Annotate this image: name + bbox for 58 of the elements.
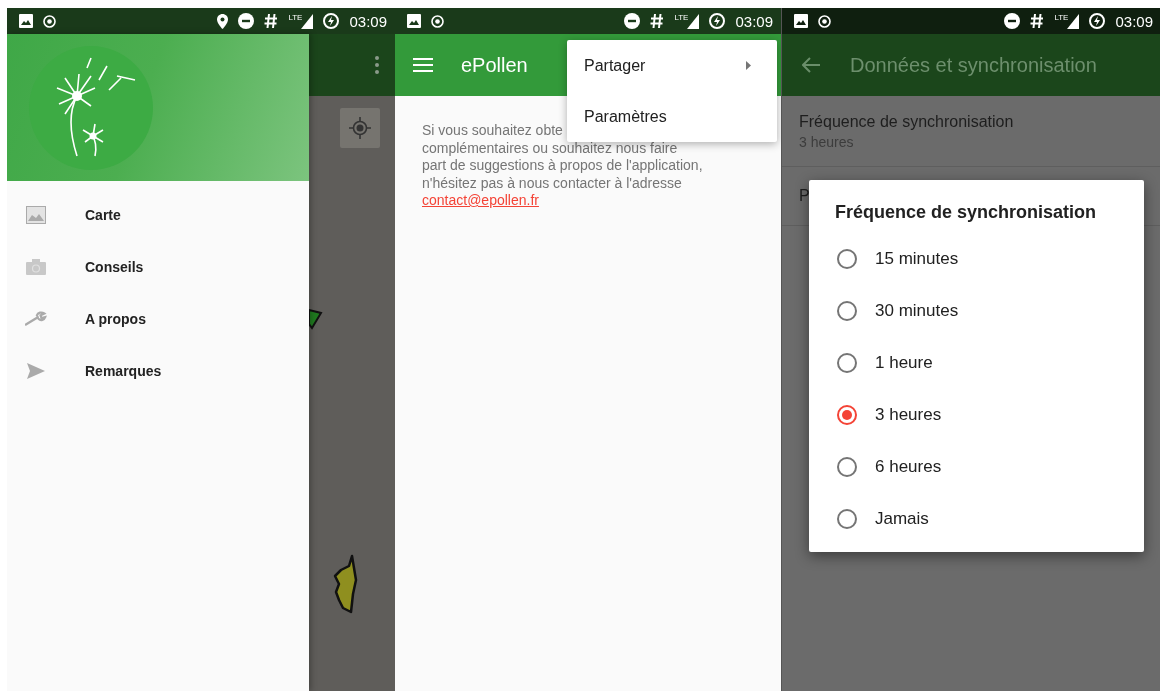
target-icon: [818, 14, 831, 28]
do-not-disturb-icon: [1004, 13, 1021, 29]
drawer-item[interactable]: Carte: [7, 189, 309, 241]
wrench-icon: [25, 311, 47, 327]
hash-icon: [264, 13, 279, 29]
do-not-disturb-icon: [624, 13, 641, 29]
image-icon: [19, 14, 33, 28]
radio-button[interactable]: [837, 353, 857, 373]
island-drawing: [333, 554, 359, 616]
send-icon: [27, 363, 45, 379]
hash-icon: [650, 13, 665, 29]
battery-charging-icon: [323, 13, 340, 29]
email-link[interactable]: contact@epollen.fr: [422, 192, 539, 208]
radio-option[interactable]: 6 heures: [809, 441, 1144, 493]
more-options-icon[interactable]: [375, 56, 379, 74]
radio-button[interactable]: [837, 249, 857, 269]
battery-charging-icon: [709, 13, 726, 29]
app-title: ePollen: [461, 53, 528, 77]
menu-item[interactable]: Partager: [567, 40, 777, 91]
status-time: 03:09: [1115, 12, 1153, 30]
location-pin-icon: [217, 13, 229, 29]
dialog-title: Fréquence de synchronisation: [834, 202, 1098, 224]
radio-button[interactable]: [837, 457, 857, 477]
do-not-disturb-icon: [238, 13, 255, 29]
radio-option[interactable]: 30 minutes: [809, 285, 1144, 337]
network-label: LTE: [674, 13, 689, 22]
target-icon: [43, 14, 56, 28]
menu-icon[interactable]: [413, 58, 433, 72]
crosshair-icon: [349, 117, 371, 139]
camera-icon: [26, 259, 46, 275]
preference-title: Fréquence de synchronisation: [799, 113, 1015, 131]
image-icon: [407, 14, 421, 28]
signal-icon: [301, 13, 314, 29]
status-time: 03:09: [349, 12, 387, 30]
hash-icon: [1030, 13, 1045, 29]
radio-button[interactable]: [837, 405, 857, 425]
battery-charging-icon: [1089, 13, 1106, 29]
status-time: 03:09: [735, 12, 773, 30]
signal-icon: [1067, 13, 1080, 29]
preference-title: P: [799, 187, 811, 205]
radio-button[interactable]: [837, 301, 857, 321]
radio-option[interactable]: Jamais: [809, 493, 1144, 545]
image-icon: [794, 14, 808, 28]
drawer-item[interactable]: Conseils: [7, 241, 309, 293]
back-arrow-icon[interactable]: [802, 57, 820, 73]
image-icon: [26, 206, 46, 224]
network-label: LTE: [1054, 13, 1069, 22]
my-location-button[interactable]: [340, 108, 380, 148]
drawer-item[interactable]: A propos: [7, 293, 309, 345]
screen-title: Données et synchronisation: [850, 53, 1097, 77]
target-icon: [431, 14, 444, 28]
radio-option[interactable]: 1 heure: [809, 337, 1144, 389]
radio-option[interactable]: 3 heures: [809, 389, 1144, 441]
network-label: LTE: [288, 13, 303, 22]
drawer-item[interactable]: Remarques: [7, 345, 309, 397]
radio-button[interactable]: [837, 509, 857, 529]
radio-option[interactable]: 15 minutes: [809, 233, 1144, 285]
signal-icon: [687, 13, 700, 29]
